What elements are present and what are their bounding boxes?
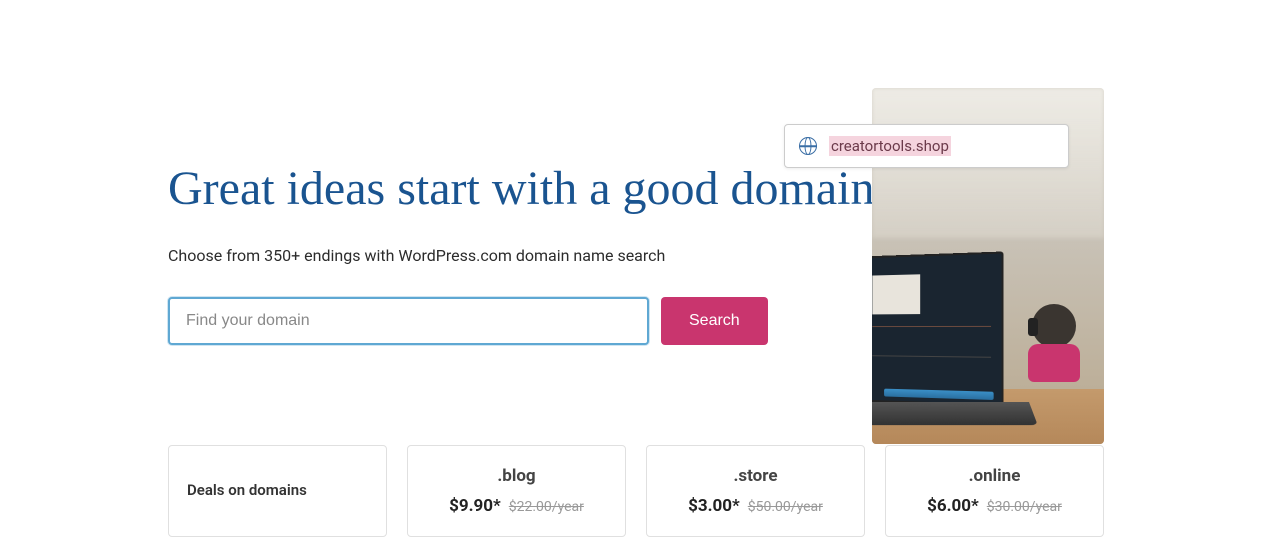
deal-price: $6.00* — [927, 496, 979, 516]
deal-extension: .store — [733, 466, 777, 486]
deals-title: Deals on domains — [187, 480, 368, 501]
domain-search-input[interactable] — [168, 297, 649, 345]
deals-row: Deals on domains .blog $9.90* $22.00/yea… — [168, 445, 1104, 537]
deal-card-online[interactable]: .online $6.00* $30.00/year — [885, 445, 1104, 537]
deal-price: $9.90* — [449, 496, 501, 516]
addressbar-domain: creatortools.shop — [829, 136, 951, 156]
deal-card-store[interactable]: .store $3.00* $50.00/year — [646, 445, 865, 537]
deals-title-card: Deals on domains — [168, 445, 387, 537]
deal-old-price: $22.00/year — [509, 499, 584, 515]
deal-extension: .online — [969, 466, 1021, 486]
deal-old-price: $30.00/year — [987, 499, 1062, 515]
deal-card-blog[interactable]: .blog $9.90* $22.00/year — [407, 445, 626, 537]
deal-price: $3.00* — [688, 496, 740, 516]
search-button[interactable]: Search — [661, 297, 768, 345]
globe-icon — [799, 137, 817, 155]
deal-extension: .blog — [497, 466, 535, 486]
deal-old-price: $50.00/year — [748, 499, 823, 515]
addressbar-preview: creatortools.shop — [784, 124, 1069, 168]
